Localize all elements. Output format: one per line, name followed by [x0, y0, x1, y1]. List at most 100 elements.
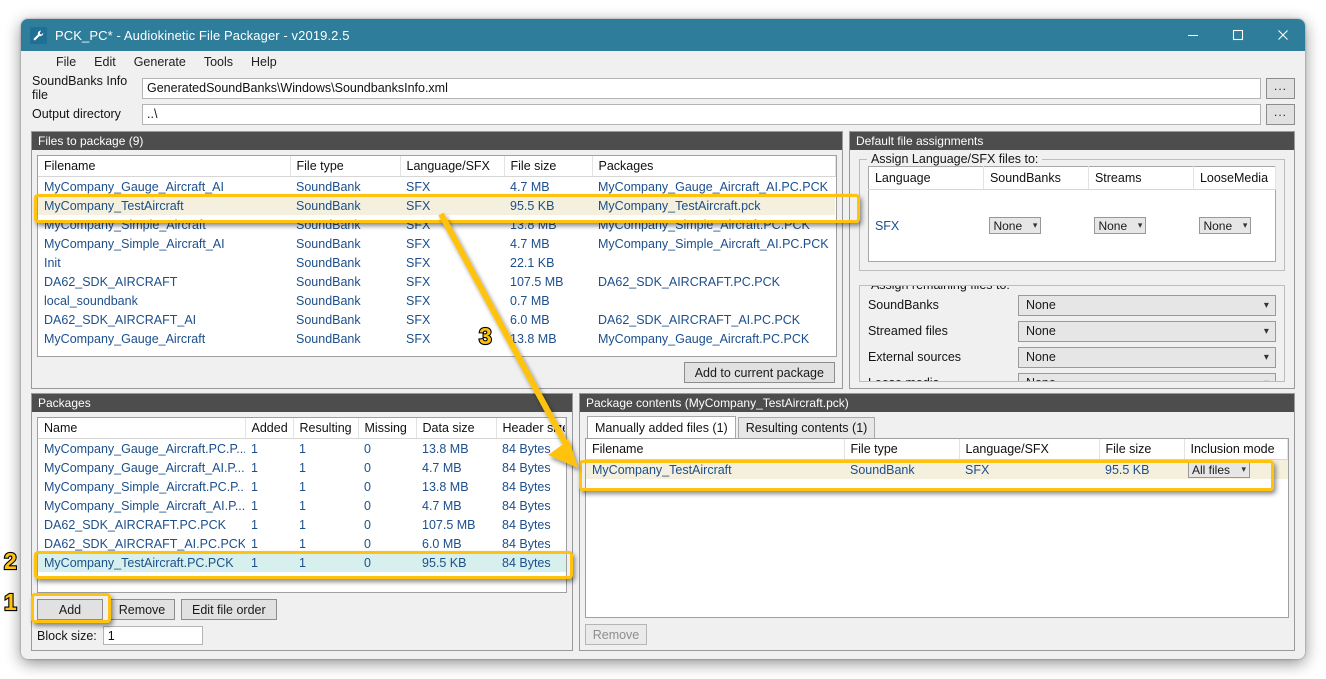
table-row[interactable]: MyCompany_TestAircraftSoundBankSFX95.5 K… [38, 196, 835, 215]
assign-remaining-dropdown[interactable]: None▾ [1018, 321, 1276, 342]
table-row[interactable]: MyCompany_Simple_Aircraft_AISoundBankSFX… [38, 234, 835, 253]
cell-filetype: SoundBank [290, 253, 400, 272]
cell-filename: MyCompany_Simple_Aircraft [38, 215, 290, 234]
col-added[interactable]: Added [245, 418, 293, 439]
cell-header-size: 84 Bytes [496, 458, 566, 477]
assign-streams-value: None [1098, 219, 1127, 233]
cell-added: 1 [245, 439, 293, 459]
assign-remaining-dropdown[interactable]: None▾ [1018, 347, 1276, 368]
wrench-icon [30, 27, 47, 44]
cell-filetype: SoundBank [844, 460, 959, 480]
col-soundbanks[interactable]: SoundBanks [983, 167, 1088, 190]
assign-language-row: SFX None ▾ Non [868, 190, 1275, 262]
table-row[interactable]: MyCompany_Simple_Aircraft_AI.P...1104.7 … [38, 496, 566, 515]
packages-title: Packages [32, 394, 572, 412]
package-contents-panel: Package contents (MyCompany_TestAircraft… [579, 393, 1295, 651]
add-package-button[interactable]: Add [37, 599, 103, 620]
table-row[interactable]: MyCompany_TestAircraft SoundBank SFX 95.… [586, 460, 1288, 480]
table-header-row: Filename File type Language/SFX File siz… [586, 439, 1288, 460]
assign-loosemedia-dropdown[interactable]: None ▾ [1199, 217, 1251, 234]
maximize-icon[interactable] [1215, 19, 1260, 51]
output-directory-input[interactable]: ..\ [142, 104, 1261, 125]
cell-added: 1 [245, 477, 293, 496]
assign-remaining-legend: Assign remaining files to: [867, 285, 1014, 292]
table-row[interactable]: MyCompany_Gauge_Aircraft.PC.P...11013.8 … [38, 439, 566, 459]
table-row[interactable]: MyCompany_Gauge_Aircraft_AISoundBankSFX4… [38, 177, 835, 197]
table-row[interactable]: InitSoundBankSFX22.1 KB [38, 253, 835, 272]
menu-generate[interactable]: Generate [125, 53, 195, 71]
remove-package-button[interactable]: Remove [109, 599, 175, 620]
col-filename[interactable]: Filename [38, 156, 290, 177]
assign-remaining-dropdown[interactable]: None▾ [1018, 295, 1276, 316]
col-datasize[interactable]: Data size [416, 418, 496, 439]
chevron-down-icon: ▾ [1264, 378, 1269, 383]
table-row[interactable]: DA62_SDK_AIRCRAFT_AISoundBankSFX6.0 MBDA… [38, 310, 835, 329]
default-file-assignments-panel: Default file assignments Assign Language… [849, 131, 1295, 389]
table-row[interactable]: DA62_SDK_AIRCRAFT_AI.PC.PCK1106.0 MB84 B… [38, 534, 566, 553]
col-filename[interactable]: Filename [586, 439, 844, 460]
packages-table-wrap: Name Added Resulting Missing Data size H… [37, 417, 567, 593]
col-filesize[interactable]: File size [1099, 439, 1184, 460]
table-row[interactable]: MyCompany_Simple_AircraftSoundBankSFX13.… [38, 215, 835, 234]
col-filesize[interactable]: File size [504, 156, 592, 177]
top-row: Files to package (9) Filename File type … [31, 131, 1295, 389]
col-headersize[interactable]: Header size [496, 418, 566, 439]
table-row[interactable]: MyCompany_Simple_Aircraft.PC.P...11013.8… [38, 477, 566, 496]
assign-soundbanks-value: None [993, 219, 1022, 233]
block-size-input[interactable]: 1 [103, 626, 203, 645]
cell-size: 95.5 KB [504, 196, 592, 215]
table-row[interactable]: MyCompany_Gauge_AircraftSoundBankSFX13.8… [38, 329, 835, 348]
menu-file[interactable]: File [47, 53, 85, 71]
col-filetype[interactable]: File type [844, 439, 959, 460]
col-filetype[interactable]: File type [290, 156, 400, 177]
table-row[interactable]: DA62_SDK_AIRCRAFTSoundBankSFX107.5 MBDA6… [38, 272, 835, 291]
cell-packages: MyCompany_Gauge_Aircraft.PC.PCK [592, 329, 835, 348]
cell-name: MyCompany_Simple_Aircraft.PC.P... [38, 477, 245, 496]
tab-resulting-contents[interactable]: Resulting contents (1) [738, 417, 876, 438]
assign-streams-cell: None ▾ [1088, 190, 1193, 262]
cell-lang: SFX [400, 329, 504, 348]
cell-data-size: 95.5 KB [416, 553, 496, 572]
main-content: Files to package (9) Filename File type … [21, 126, 1305, 659]
default-file-assignments-body: Assign Language/SFX files to: Language S… [850, 150, 1294, 388]
soundbanks-info-browse-button[interactable]: ... [1266, 78, 1295, 99]
inclusion-mode-dropdown[interactable]: All files ▾ [1188, 461, 1250, 478]
col-missing[interactable]: Missing [358, 418, 416, 439]
col-loosemedia[interactable]: LooseMedia [1193, 167, 1275, 190]
assign-remaining-dropdown[interactable]: None▾ [1018, 373, 1276, 383]
col-inclusion-mode[interactable]: Inclusion mode [1184, 439, 1288, 460]
tab-manually-added-files[interactable]: Manually added files (1) [587, 416, 736, 438]
soundbanks-info-input[interactable]: GeneratedSoundBanks\Windows\SoundbanksIn… [142, 78, 1261, 99]
table-row[interactable]: MyCompany_TestAircraft.PC.PCK11095.5 KB8… [38, 553, 566, 572]
table-row[interactable]: MyCompany_Gauge_Aircraft_AI.P...1104.7 M… [38, 458, 566, 477]
package-contents-table-wrap: Filename File type Language/SFX File siz… [585, 438, 1289, 618]
edit-file-order-button[interactable]: Edit file order [181, 599, 277, 620]
col-language[interactable]: Language [868, 167, 983, 190]
col-language[interactable]: Language/SFX [400, 156, 504, 177]
menu-help[interactable]: Help [242, 53, 286, 71]
add-to-current-package-button[interactable]: Add to current package [684, 362, 835, 383]
menu-edit[interactable]: Edit [85, 53, 125, 71]
col-packages[interactable]: Packages [592, 156, 835, 177]
table-row[interactable]: DA62_SDK_AIRCRAFT.PC.PCK110107.5 MB84 By… [38, 515, 566, 534]
files-to-package-table-wrap: Filename File type Language/SFX File siz… [37, 155, 837, 357]
assign-streams-dropdown[interactable]: None ▾ [1094, 217, 1146, 234]
assign-soundbanks-dropdown[interactable]: None ▾ [989, 217, 1041, 234]
col-name[interactable]: Name [38, 418, 245, 439]
close-icon[interactable] [1260, 19, 1305, 51]
assign-remaining-list: SoundBanksNone▾Streamed filesNone▾Extern… [868, 292, 1276, 382]
cell-filetype: SoundBank [290, 272, 400, 291]
cell-missing: 0 [358, 477, 416, 496]
remove-content-button[interactable]: Remove [585, 624, 647, 645]
menu-tools[interactable]: Tools [195, 53, 242, 71]
package-contents-body-rows: MyCompany_TestAircraft SoundBank SFX 95.… [586, 460, 1288, 480]
output-directory-browse-button[interactable]: ... [1266, 104, 1295, 125]
col-streams[interactable]: Streams [1088, 167, 1193, 190]
table-row[interactable]: local_soundbankSoundBankSFX0.7 MB [38, 291, 835, 310]
col-resulting[interactable]: Resulting [293, 418, 358, 439]
minimize-icon[interactable] [1170, 19, 1215, 51]
assign-remaining-row: Streamed filesNone▾ [868, 318, 1276, 344]
cell-size: 6.0 MB [504, 310, 592, 329]
col-language[interactable]: Language/SFX [959, 439, 1099, 460]
cell-missing: 0 [358, 458, 416, 477]
